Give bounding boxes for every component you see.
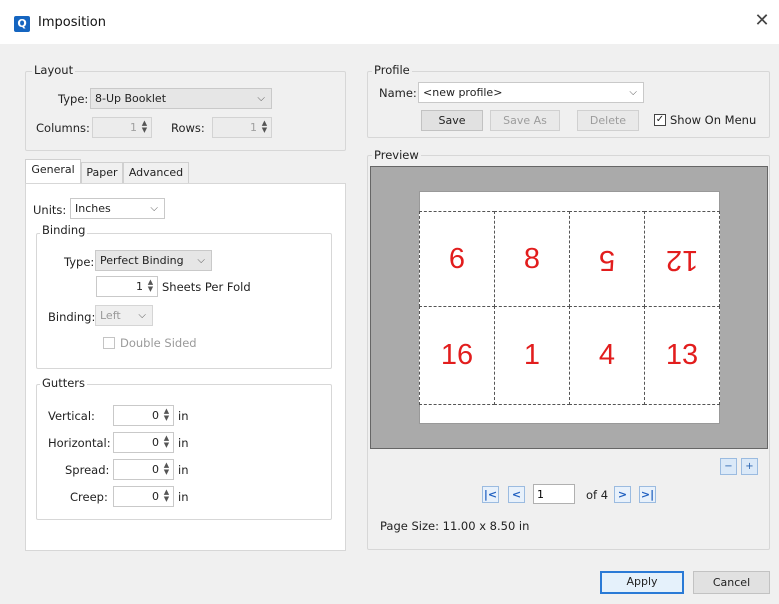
page-number: 1 xyxy=(523,339,541,371)
sheets-per-fold-label: Sheets Per Fold xyxy=(162,280,251,294)
show-on-menu-checkbox[interactable]: ✓ xyxy=(654,114,666,126)
layout-legend: Layout xyxy=(32,63,76,77)
chevron-down-icon: ⌵ xyxy=(138,310,146,321)
gutter-spread-unit: in xyxy=(178,463,189,477)
rows-value: 1 xyxy=(250,121,257,134)
delete-button[interactable]: Delete xyxy=(577,110,639,131)
page-number: 4 xyxy=(598,339,616,371)
chevron-down-icon: ⌵ xyxy=(257,93,265,104)
binding-side-select[interactable]: Left ⌵ xyxy=(95,305,153,326)
spin-arrows-icon[interactable]: ▲ ▼ xyxy=(162,462,171,477)
gutter-spread-value: 0 xyxy=(152,463,159,476)
units-select[interactable]: Inches ⌵ xyxy=(70,198,165,219)
page-number-input[interactable] xyxy=(533,484,575,504)
page-number: 16 xyxy=(440,339,474,371)
rows-label: Rows: xyxy=(171,121,205,135)
page-size-label: Page Size: 11.00 x 8.50 in xyxy=(380,519,530,533)
save-as-button[interactable]: Save As xyxy=(490,110,560,131)
close-icon[interactable]: ✕ xyxy=(752,10,772,32)
gutter-creep-label: Creep: xyxy=(70,490,108,504)
columns-value: 1 xyxy=(130,121,137,134)
preview-legend: Preview xyxy=(372,148,421,162)
page-number: 5 xyxy=(598,243,616,276)
gutter-spread-stepper[interactable]: 0 ▲ ▼ xyxy=(113,459,174,480)
window-title: Imposition xyxy=(38,15,106,30)
gutter-horizontal-label: Horizontal: xyxy=(48,436,111,450)
binding-side-label: Binding: xyxy=(48,310,96,324)
zoom-in-icon[interactable]: + xyxy=(741,458,758,475)
gutter-horizontal-value: 0 xyxy=(152,436,159,449)
page-cell: 8 xyxy=(494,211,570,307)
gutter-spread-label: Spread: xyxy=(65,463,110,477)
page-cell: 4 xyxy=(569,306,645,405)
page-cell: 5 xyxy=(569,211,645,307)
double-sided-checkbox[interactable] xyxy=(103,337,115,349)
chevron-down-icon: ⌵ xyxy=(197,255,205,266)
page-cell: 13 xyxy=(644,306,720,405)
layout-type-label: Type: xyxy=(58,92,89,106)
page-cell: 16 xyxy=(419,306,495,405)
profile-name-label: Name: xyxy=(379,86,417,100)
gutter-creep-unit: in xyxy=(178,490,189,504)
last-page-icon[interactable]: >| xyxy=(639,486,656,503)
profile-name-select[interactable]: <new profile> ⌵ xyxy=(418,82,644,103)
page-cell: 12 xyxy=(644,211,720,307)
page-number: 12 xyxy=(665,243,699,276)
cancel-button[interactable]: Cancel xyxy=(693,571,770,594)
spin-arrows-icon[interactable]: ▲ ▼ xyxy=(146,279,155,294)
sheets-per-fold-value: 1 xyxy=(136,280,143,293)
spin-arrows-icon[interactable]: ▲ ▼ xyxy=(260,120,269,135)
profile-legend: Profile xyxy=(372,63,412,77)
layout-type-value: 8-Up Booklet xyxy=(95,92,167,105)
layout-type-select[interactable]: 8-Up Booklet ⌵ xyxy=(90,88,272,109)
gutter-vertical-unit: in xyxy=(178,409,189,423)
spin-arrows-icon[interactable]: ▲ ▼ xyxy=(162,408,171,423)
page-number: 13 xyxy=(665,339,699,371)
sheets-per-fold-stepper[interactable]: 1 ▲ ▼ xyxy=(96,276,158,297)
double-sided-label: Double Sided xyxy=(120,336,197,350)
zoom-out-icon[interactable]: − xyxy=(720,458,737,475)
page-number: 8 xyxy=(523,242,541,275)
rows-stepper[interactable]: 1 ▲ ▼ xyxy=(212,117,272,138)
gutter-vertical-value: 0 xyxy=(152,409,159,422)
tab-paper[interactable]: Paper xyxy=(81,162,123,184)
binding-legend: Binding xyxy=(40,223,88,237)
next-page-icon[interactable]: > xyxy=(614,486,631,503)
app-logo-icon: Q xyxy=(14,16,30,32)
gutter-horizontal-unit: in xyxy=(178,436,189,450)
spin-arrows-icon[interactable]: ▲ ▼ xyxy=(162,489,171,504)
layout-group xyxy=(25,71,346,151)
columns-label: Columns: xyxy=(36,121,90,135)
save-button[interactable]: Save xyxy=(421,110,483,131)
units-label: Units: xyxy=(33,203,67,217)
page-count-label: of 4 xyxy=(586,488,609,502)
binding-type-select[interactable]: Perfect Binding ⌵ xyxy=(95,250,212,271)
chevron-down-icon: ⌵ xyxy=(629,87,637,98)
columns-stepper[interactable]: 1 ▲ ▼ xyxy=(92,117,152,138)
spin-arrows-icon[interactable]: ▲ ▼ xyxy=(140,120,149,135)
show-on-menu-label: Show On Menu xyxy=(670,113,757,127)
first-page-icon[interactable]: |< xyxy=(482,486,499,503)
gutter-vertical-label: Vertical: xyxy=(48,409,95,423)
gutters-legend: Gutters xyxy=(40,376,88,390)
page-number: 6 xyxy=(448,242,466,275)
apply-button[interactable]: Apply xyxy=(600,571,684,594)
binding-type-value: Perfect Binding xyxy=(100,254,184,267)
gutter-creep-value: 0 xyxy=(152,490,159,503)
chevron-down-icon: ⌵ xyxy=(150,203,158,214)
gutter-creep-stepper[interactable]: 0 ▲ ▼ xyxy=(113,486,174,507)
tab-general[interactable]: General xyxy=(25,159,81,184)
tab-advanced[interactable]: Advanced xyxy=(123,162,189,184)
spin-arrows-icon[interactable]: ▲ ▼ xyxy=(162,435,171,450)
page-cell: 6 xyxy=(419,211,495,307)
title-bar xyxy=(0,0,779,44)
units-value: Inches xyxy=(75,202,111,215)
page-cell: 1 xyxy=(494,306,570,405)
binding-type-label: Type: xyxy=(64,255,95,269)
gutter-horizontal-stepper[interactable]: 0 ▲ ▼ xyxy=(113,432,174,453)
profile-name-value: <new profile> xyxy=(423,86,503,99)
prev-page-icon[interactable]: < xyxy=(508,486,525,503)
gutter-vertical-stepper[interactable]: 0 ▲ ▼ xyxy=(113,405,174,426)
binding-side-value: Left xyxy=(100,309,121,322)
